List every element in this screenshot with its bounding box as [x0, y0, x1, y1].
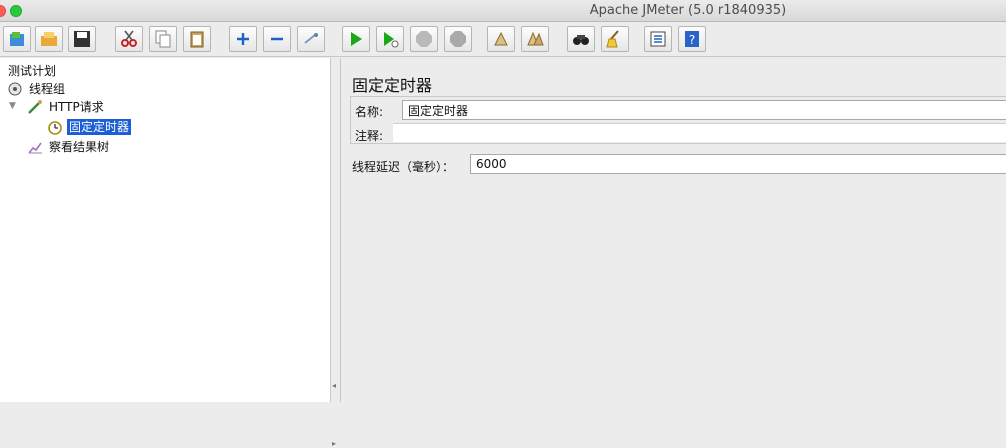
cut-button[interactable] — [115, 26, 143, 52]
stop-icon — [416, 31, 432, 47]
start-icon — [351, 32, 362, 46]
comment-input[interactable] — [393, 123, 1006, 142]
window-title: Apache JMeter (5.0 r1840935) — [589, 3, 787, 18]
svg-text:?: ? — [689, 33, 695, 47]
toolbar: ? — [0, 22, 1006, 57]
name-label: 名称: — [355, 105, 384, 119]
reset-search-button[interactable] — [601, 26, 629, 52]
function-helper-button[interactable] — [644, 26, 672, 52]
search-icon — [573, 35, 589, 45]
collapse-icon — [271, 37, 283, 41]
open-button[interactable] — [35, 26, 63, 52]
tree-node-label: 测试计划 — [8, 63, 57, 78]
function-helper-icon — [650, 31, 666, 47]
timer-icon — [46, 119, 64, 135]
save-button[interactable] — [68, 26, 96, 52]
http-sampler-icon — [26, 99, 44, 115]
save-icon — [74, 31, 90, 47]
tree-node-http-request[interactable]: HTTP请求 — [26, 98, 106, 115]
templates-icon — [10, 32, 24, 46]
shutdown-icon — [450, 31, 466, 47]
tree-node-label: 察看结果树 — [49, 139, 110, 154]
tree-node-label: 固定定时器 — [67, 118, 132, 135]
tree-node-thread-group[interactable]: 线程组 — [6, 80, 67, 97]
expand-icon — [237, 33, 249, 45]
tree-node-timer[interactable]: 固定定时器 — [46, 118, 132, 135]
templates-button[interactable] — [3, 26, 31, 52]
delay-input[interactable] — [470, 154, 1006, 174]
clear-icon — [494, 31, 508, 46]
chevron-up-icon[interactable]: ◂ — [332, 381, 336, 390]
toggle-icon — [304, 33, 318, 44]
paste-icon — [190, 31, 204, 48]
expand-button[interactable] — [229, 26, 257, 52]
tree-node-label: HTTP请求 — [49, 99, 104, 114]
start-no-pause-icon — [384, 32, 399, 48]
reset-search-icon — [606, 30, 619, 48]
name-comment-group: 名称: 注释: — [350, 96, 1006, 144]
help-icon: ? — [685, 31, 699, 47]
collapse-arrow-icon[interactable]: ▼ — [9, 101, 16, 111]
title-bar: Apache JMeter (5.0 r1840935) — [0, 0, 1006, 22]
clear-all-icon — [527, 31, 544, 46]
tree-node-label: 线程组 — [29, 81, 66, 96]
chevron-down-icon[interactable]: ▸ — [332, 439, 336, 448]
copy-icon — [155, 30, 171, 48]
start-no-pause-button[interactable] — [376, 26, 404, 52]
thread-group-icon — [6, 81, 24, 97]
split-pane-divider[interactable]: ◂ ▸ — [331, 58, 341, 448]
open-icon — [41, 32, 57, 46]
test-plan-tree[interactable]: 测试计划 线程组 ▼ HTTP请求 固定定时器 察看结果树 — [0, 58, 331, 402]
delay-label: 线程延迟（毫秒）： — [352, 160, 455, 174]
collapse-button[interactable] — [263, 26, 291, 52]
clear-all-button[interactable] — [521, 26, 549, 52]
copy-button[interactable] — [149, 26, 177, 52]
tree-node-results-tree[interactable]: 察看结果树 — [26, 138, 111, 155]
comment-label: 注释: — [355, 129, 384, 143]
search-button[interactable] — [567, 26, 595, 52]
name-input[interactable] — [402, 100, 1006, 120]
stop-button[interactable] — [410, 26, 438, 52]
toggle-button[interactable] — [297, 26, 325, 52]
clear-button[interactable] — [487, 26, 515, 52]
panel-title: 固定定时器 — [352, 76, 433, 95]
help-button[interactable]: ? — [678, 26, 706, 52]
timer-config-panel: 固定定时器 名称: 注释: 线程延迟（毫秒）： — [342, 58, 1006, 402]
cut-icon — [121, 30, 137, 47]
shutdown-button[interactable] — [444, 26, 472, 52]
start-button[interactable] — [342, 26, 370, 52]
tree-node-test-plan[interactable]: 测试计划 — [0, 62, 58, 79]
results-tree-icon — [26, 139, 44, 155]
paste-button[interactable] — [183, 26, 211, 52]
